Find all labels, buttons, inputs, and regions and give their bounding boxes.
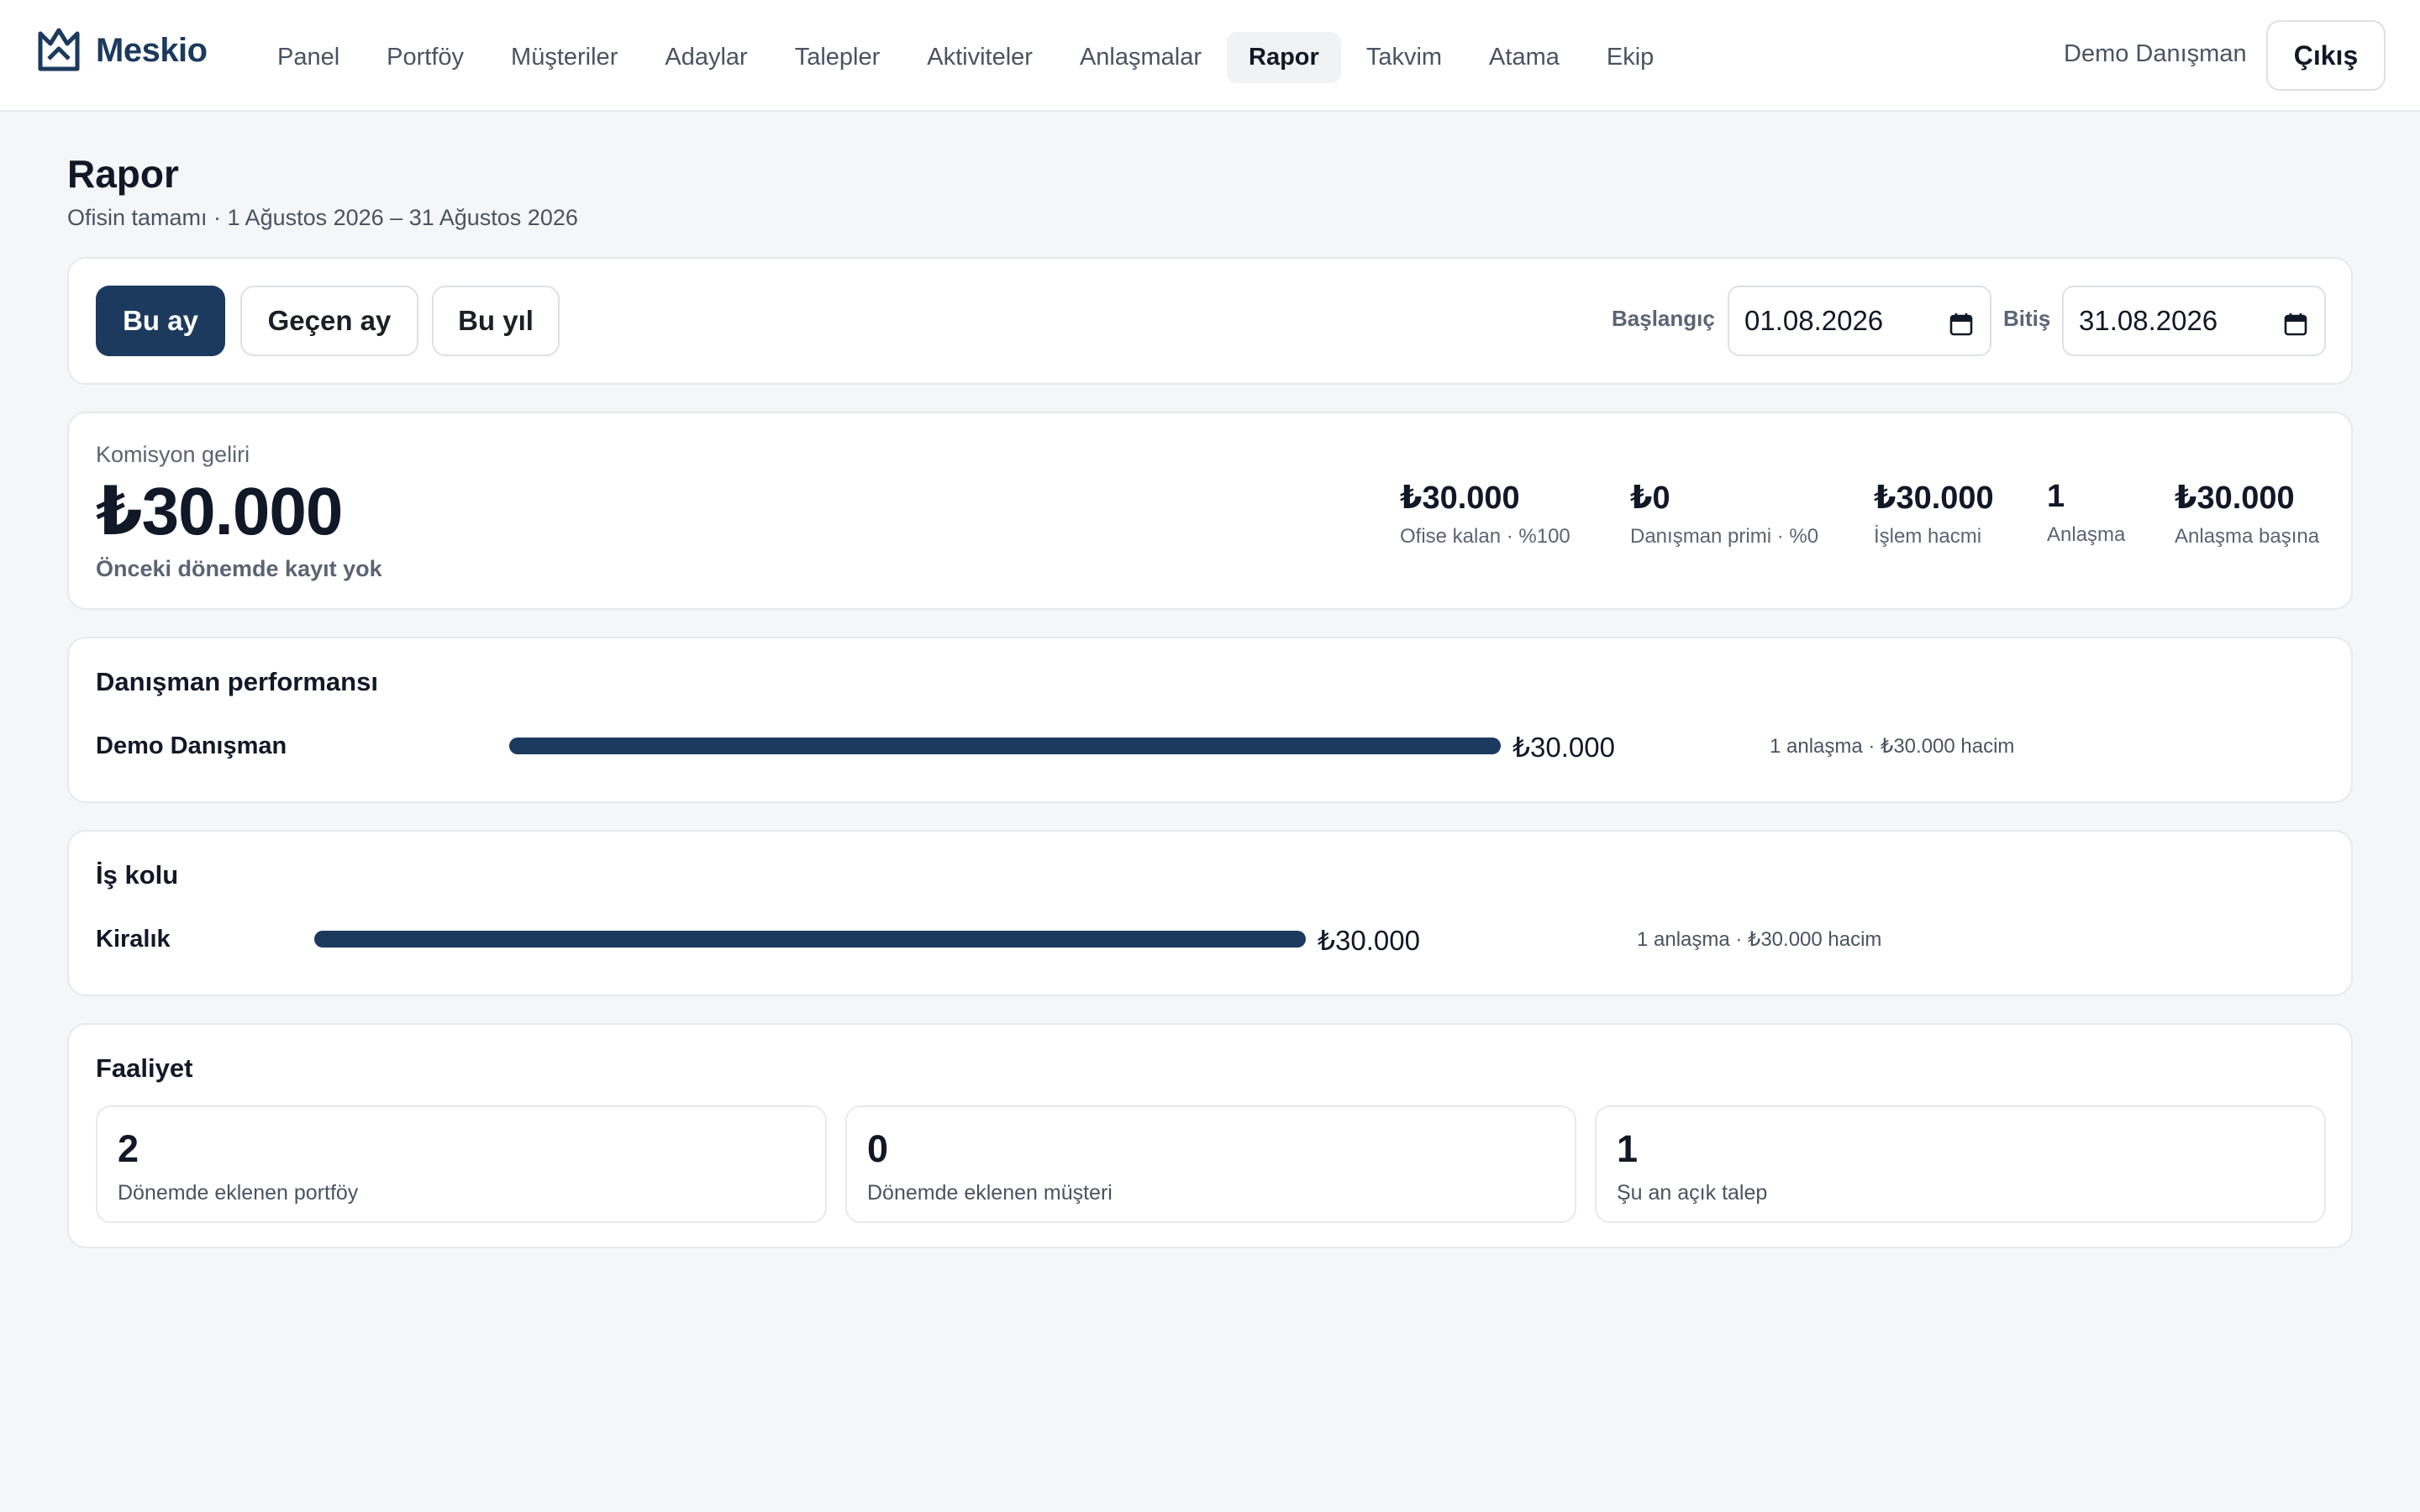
stat-value: ₺30.000 bbox=[1874, 480, 1994, 516]
calendar-icon[interactable] bbox=[2284, 311, 2307, 336]
nav-item-atama[interactable]: Atama bbox=[1467, 32, 1581, 83]
stat-value: ₺0 bbox=[1630, 480, 1670, 516]
nav-item-aktiviteler[interactable]: Aktiviteler bbox=[905, 32, 1055, 83]
performance-bar-track bbox=[509, 738, 1501, 754]
nav-item-adaylar[interactable]: Adaylar bbox=[643, 32, 769, 83]
commission-label: Komisyon geliri bbox=[96, 442, 250, 467]
nav-item-talepler[interactable]: Talepler bbox=[773, 32, 902, 83]
stat-label: Ofise kalan · %100 bbox=[1400, 525, 1570, 548]
activity-label: Dönemde eklenen müşteri bbox=[867, 1181, 1113, 1205]
section-title: İş kolu bbox=[96, 860, 179, 890]
this-month-button[interactable]: Bu ay bbox=[96, 286, 225, 356]
page-title: Rapor bbox=[67, 152, 179, 196]
stat-value: 1 bbox=[2047, 479, 2065, 514]
nav-item-ekip[interactable]: Ekip bbox=[1585, 32, 1676, 83]
business-line-bar-track bbox=[314, 931, 1306, 948]
nav-item-portfoy[interactable]: Portföy bbox=[365, 32, 486, 83]
stat-value: ₺30.000 bbox=[1400, 480, 1520, 516]
performance-bar bbox=[509, 738, 1501, 754]
business-line-row-meta: 1 anlaşma · ₺30.000 hacim bbox=[1637, 928, 1882, 951]
stat-label: Anlaşma bbox=[2047, 523, 2126, 546]
activity-value: 0 bbox=[867, 1127, 889, 1170]
performance-row-meta: 1 anlaşma · ₺30.000 hacim bbox=[1770, 735, 2015, 758]
activity-label: Dönemde eklenen portföy bbox=[118, 1181, 359, 1205]
start-date-label: Başlangıç bbox=[1612, 306, 1715, 331]
activity-open-request-count: 1 Şu an açık talep bbox=[1595, 1105, 2326, 1223]
end-date-value: 31.08.2026 bbox=[2079, 305, 2218, 336]
stat-value: ₺30.000 bbox=[2175, 480, 2295, 516]
nav-item-takvim[interactable]: Takvim bbox=[1344, 32, 1464, 83]
end-date-label: Bitiş bbox=[2003, 306, 2051, 331]
section-title: Faaliyet bbox=[96, 1053, 193, 1083]
business-line-bar bbox=[314, 931, 1306, 948]
top-navigation-bar: Meskio Panel Portföy Müşteriler Adaylar … bbox=[0, 0, 2420, 112]
business-line-row-value: ₺30.000 bbox=[1318, 925, 1420, 956]
section-title: Danışman performansı bbox=[96, 667, 378, 696]
activity-card: Faaliyet 2 Dönemde eklenen portföy 0 Dön… bbox=[67, 1023, 2353, 1248]
commission-value: ₺30.000 bbox=[96, 474, 343, 549]
activity-value: 1 bbox=[1617, 1127, 1639, 1170]
stat-label: İşlem hacmi bbox=[1874, 525, 1982, 548]
stat-transaction-volume: ₺30.000 İşlem hacmi bbox=[1874, 479, 1994, 549]
commission-card: Komisyon geliri ₺30.000 Önceki dönemde k… bbox=[67, 412, 2353, 610]
agent-performance-card: Danışman performansı Demo Danışman ₺30.0… bbox=[67, 637, 2353, 803]
stat-office-share: ₺30.000 Ofise kalan · %100 bbox=[1400, 479, 1570, 549]
stat-per-deal: ₺30.000 Anlaşma başına bbox=[2175, 479, 2319, 549]
start-date-input[interactable]: 01.08.2026 bbox=[1728, 286, 1991, 356]
end-date-input[interactable]: 31.08.2026 bbox=[2062, 286, 2326, 356]
nav-item-musteriler[interactable]: Müşteriler bbox=[489, 32, 639, 83]
current-user-name: Demo Danışman bbox=[2064, 40, 2247, 67]
activity-label: Şu an açık talep bbox=[1617, 1181, 1768, 1205]
calendar-icon[interactable] bbox=[1949, 311, 1973, 336]
nav-item-anlasmalar[interactable]: Anlaşmalar bbox=[1058, 32, 1223, 83]
stat-label: Anlaşma başına bbox=[2175, 525, 2320, 548]
nav-item-panel[interactable]: Panel bbox=[255, 32, 361, 83]
brand-name: Meskio bbox=[96, 31, 208, 69]
logout-button[interactable]: Çıkış bbox=[2266, 20, 2386, 91]
activity-portfolio-count: 2 Dönemde eklenen portföy bbox=[96, 1105, 827, 1223]
main-nav: Panel Portföy Müşteriler Adaylar Taleple… bbox=[255, 32, 1679, 83]
commission-note: Önceki dönemde kayıt yok bbox=[96, 556, 382, 581]
business-line-card: İş kolu Kiralık ₺30.000 1 anlaşma · ₺30.… bbox=[67, 830, 2353, 996]
brand-logo[interactable]: Meskio bbox=[35, 25, 208, 76]
date-filter-card: Bu ay Geçen ay Bu yıl Başlangıç 01.08.20… bbox=[67, 257, 2353, 385]
performance-row-label: Demo Danışman bbox=[96, 732, 287, 759]
this-year-button[interactable]: Bu yıl bbox=[432, 286, 560, 356]
last-month-button[interactable]: Geçen ay bbox=[240, 286, 418, 356]
stat-label: Danışman primi · %0 bbox=[1630, 525, 1819, 548]
page-subtitle: Ofisin tamamı · 1 Ağustos 2026 – 31 Ağus… bbox=[67, 205, 578, 230]
activity-customer-count: 0 Dönemde eklenen müşteri bbox=[845, 1105, 1576, 1223]
performance-row-value: ₺30.000 bbox=[1512, 732, 1615, 763]
home-logo-icon bbox=[35, 25, 82, 76]
nav-item-rapor[interactable]: Rapor bbox=[1227, 32, 1341, 83]
stat-deal-count: 1 Anlaşma bbox=[2047, 479, 2125, 547]
start-date-value: 01.08.2026 bbox=[1744, 305, 1884, 336]
business-line-row-label: Kiralık bbox=[96, 926, 171, 953]
activity-value: 2 bbox=[118, 1127, 139, 1170]
stat-agent-bonus: ₺0 Danışman primi · %0 bbox=[1630, 479, 1818, 549]
